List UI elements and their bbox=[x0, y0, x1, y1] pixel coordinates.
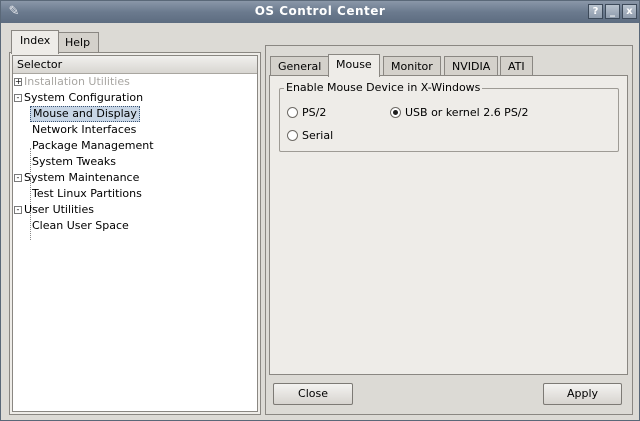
tree-item-label: User Utilities bbox=[24, 203, 94, 216]
tab-index-label: Index bbox=[20, 34, 51, 47]
tab-help-label: Help bbox=[65, 36, 91, 49]
help-button[interactable]: ? bbox=[588, 4, 603, 19]
tree-item-label: Installation Utilities bbox=[24, 75, 130, 88]
collapse-icon[interactable]: - bbox=[14, 94, 22, 102]
tree-item-package-management[interactable]: Package Management bbox=[13, 138, 257, 154]
usb-radio-label[interactable]: USB or kernel 2.6 PS/2 bbox=[405, 106, 529, 119]
expand-icon[interactable]: + bbox=[14, 78, 22, 86]
apply-button-label: Apply bbox=[566, 387, 599, 400]
tree-item-installation-utilities[interactable]: + Installation Utilities bbox=[13, 74, 257, 90]
tab-nvidia[interactable]: NVIDIA bbox=[444, 56, 499, 76]
tree-header[interactable]: Selector bbox=[13, 56, 257, 74]
apply-button[interactable]: Apply bbox=[543, 383, 622, 405]
mouse-device-group-title: Enable Mouse Device in X-Windows bbox=[284, 81, 483, 94]
tree-item-user-utilities[interactable]: - User Utilities bbox=[13, 202, 257, 218]
tree-item-network-interfaces[interactable]: Network Interfaces bbox=[13, 122, 257, 138]
radio-unchecked-icon[interactable] bbox=[287, 130, 298, 141]
mouse-device-group bbox=[279, 88, 619, 152]
main-window: ✎ OS Control Center ? _ x Index Help Sel… bbox=[0, 0, 640, 421]
tab-general-label: General bbox=[278, 60, 322, 73]
window-title: OS Control Center bbox=[254, 4, 386, 18]
tree-item-system-configuration[interactable]: - System Configuration bbox=[13, 90, 257, 106]
tab-index[interactable]: Index bbox=[11, 30, 60, 54]
tab-nvidia-label: NVIDIA bbox=[452, 60, 491, 73]
close-button[interactable]: Close bbox=[273, 383, 353, 405]
tree-item-label: System Configuration bbox=[24, 91, 144, 104]
ps2-radio-label[interactable]: PS/2 bbox=[302, 106, 326, 119]
tree-item-system-tweaks[interactable]: System Tweaks bbox=[13, 154, 257, 170]
collapse-icon[interactable]: - bbox=[14, 174, 22, 182]
tree-item-label: System Maintenance bbox=[24, 171, 140, 184]
tree-item-clean-user-space[interactable]: Clean User Space bbox=[13, 218, 257, 234]
tab-mouse-label: Mouse bbox=[336, 58, 372, 71]
tree-item-label: Mouse and Display bbox=[30, 106, 140, 122]
title-bar[interactable]: ✎ OS Control Center ? _ x bbox=[1, 1, 639, 23]
tab-help[interactable]: Help bbox=[56, 32, 100, 54]
minimize-button[interactable]: _ bbox=[605, 4, 620, 19]
tree-item-label: Package Management bbox=[32, 139, 154, 152]
radio-unchecked-icon[interactable] bbox=[287, 107, 298, 118]
tab-monitor[interactable]: Monitor bbox=[383, 56, 441, 76]
index-panel: Selector + Installation Utilities - Syst… bbox=[9, 52, 261, 415]
tab-ati-label: ATI bbox=[508, 60, 525, 73]
tree-header-label: Selector bbox=[17, 58, 63, 71]
tree-item-test-linux-partitions[interactable]: Test Linux Partitions bbox=[13, 186, 257, 202]
tree-item-mouse-and-display[interactable]: Mouse and Display bbox=[13, 106, 257, 122]
tree-item-label: System Tweaks bbox=[32, 155, 117, 168]
tree-item-system-maintenance[interactable]: - System Maintenance bbox=[13, 170, 257, 186]
tab-ati[interactable]: ATI bbox=[500, 56, 533, 76]
tree-item-label: Test Linux Partitions bbox=[32, 187, 142, 200]
radio-checked-icon[interactable] bbox=[390, 107, 401, 118]
tab-monitor-label: Monitor bbox=[391, 60, 433, 73]
serial-radio-label[interactable]: Serial bbox=[302, 129, 333, 142]
close-button-label: Close bbox=[298, 387, 328, 400]
selector-tree[interactable]: Selector + Installation Utilities - Syst… bbox=[12, 55, 258, 412]
tab-mouse[interactable]: Mouse bbox=[328, 54, 380, 77]
collapse-icon[interactable]: - bbox=[14, 206, 22, 214]
close-window-button[interactable]: x bbox=[622, 4, 637, 19]
tab-general[interactable]: General bbox=[270, 56, 330, 76]
tree-item-label: Clean User Space bbox=[32, 219, 129, 232]
tree-item-label: Network Interfaces bbox=[32, 123, 137, 136]
